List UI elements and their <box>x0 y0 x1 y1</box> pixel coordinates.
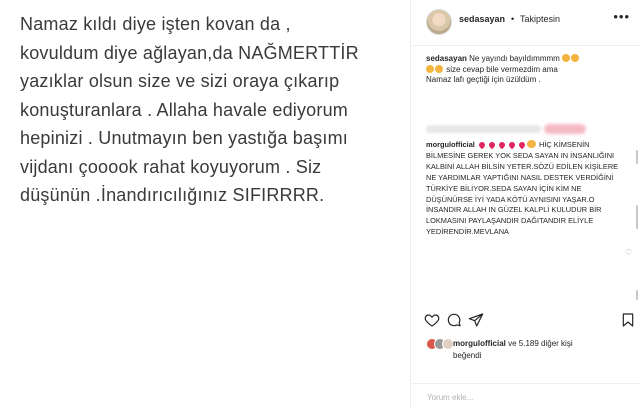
clap-emoji-icon <box>426 64 434 73</box>
more-options-icon[interactable]: ••• <box>613 9 630 24</box>
clap-emoji-icon <box>571 54 580 62</box>
share-icon[interactable] <box>468 312 484 328</box>
caption-text-line2: size cevap bile vermezdim ama <box>444 64 558 74</box>
caption-text-line1: Ne yayındı bayıldımmmm <box>466 54 560 63</box>
pray-emoji-icon <box>526 140 536 148</box>
scrollbar-thumb[interactable] <box>636 290 638 300</box>
caption-text-line3: Namaz lafı geçtiği için üzüldüm . <box>426 75 541 85</box>
caption-username[interactable]: sedasayan <box>426 54 467 63</box>
clap-emoji-icon <box>562 54 571 62</box>
heart-emoji-icon <box>517 140 527 150</box>
clap-emoji-icon <box>435 64 443 73</box>
comment-icon[interactable] <box>446 312 462 328</box>
post-side-panel: sedasayan • Takiptesin ••• sedasayan Ne … <box>412 0 640 409</box>
liker-avatars[interactable] <box>426 338 454 350</box>
heart-emoji-icon <box>477 140 487 150</box>
post-text: Namaz kıldı diye işten kovan da , kovuld… <box>20 14 359 205</box>
header-username[interactable]: sedasayan <box>459 14 505 24</box>
like-heart-icon[interactable] <box>424 312 440 328</box>
comment: morgulofficial HİÇ KİMSENİN BİLMESİNE GE… <box>426 140 626 238</box>
scrollbar-thumb[interactable] <box>636 150 638 164</box>
avatar[interactable] <box>426 9 452 35</box>
heart-emoji-icon <box>497 140 507 150</box>
save-bookmark-icon[interactable] <box>620 312 636 328</box>
likes-count[interactable]: ve 5.189 diğer kişi <box>506 339 572 348</box>
follow-status[interactable]: Takiptesin <box>520 14 560 24</box>
comment-like-icon[interactable]: ♡ <box>625 248 632 257</box>
post-header: sedasayan • Takiptesin ••• <box>412 0 640 46</box>
add-comment-placeholder: Yorum ekle... <box>427 393 474 402</box>
add-comment-field[interactable]: Yorum ekle... <box>412 383 640 409</box>
heart-emoji-icon <box>487 140 497 150</box>
post-image[interactable]: Namaz kıldı diye işten kovan da , kovuld… <box>0 0 411 409</box>
caption: sedasayan Ne yayındı bayıldımmmm size ce… <box>426 54 626 86</box>
separator-dot: • <box>511 14 515 24</box>
action-bar <box>424 312 638 330</box>
comment-text: HİÇ KİMSENİN BİLMESİNE GEREK YOK SEDA SA… <box>426 140 619 237</box>
blurred-hearts <box>544 124 586 134</box>
likes-username[interactable]: morgulofficial <box>453 339 506 348</box>
blurred-comment <box>426 125 541 133</box>
heart-emoji-icon <box>507 140 517 150</box>
likes-suffix: beğendi <box>453 351 482 360</box>
comment-username[interactable]: morgulofficial <box>426 140 475 149</box>
scrollbar-thumb[interactable] <box>636 205 638 229</box>
